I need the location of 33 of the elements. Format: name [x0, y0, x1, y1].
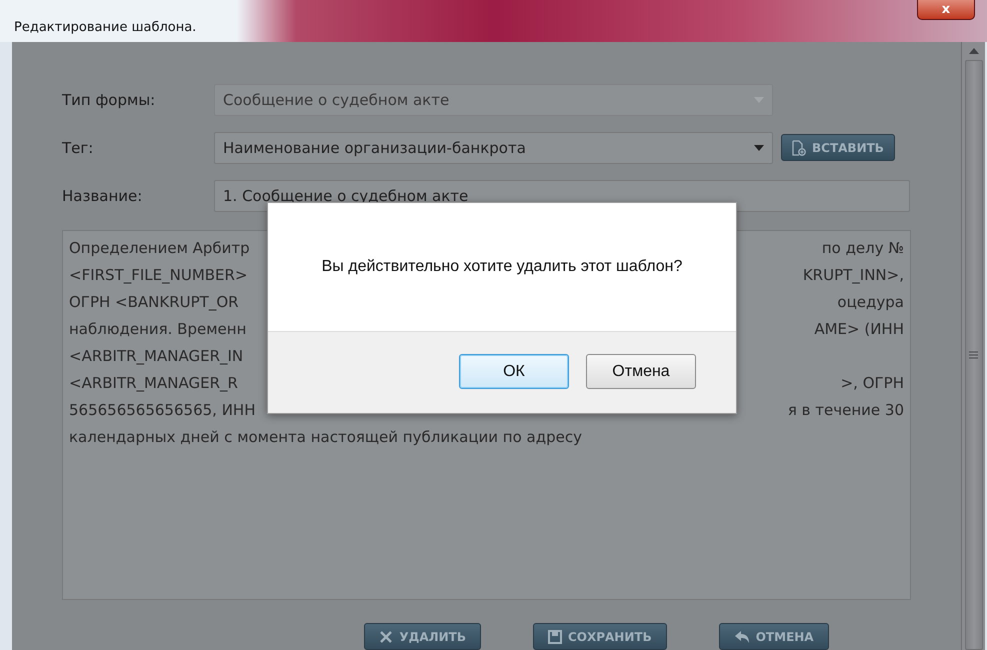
body-text: оцедура	[837, 292, 904, 313]
body-text: <FIRST_FILE_NUMBER>	[69, 264, 248, 286]
dialog-button[interactable]: Отмена	[586, 354, 696, 389]
close-icon	[379, 630, 394, 644]
delete-button[interactable]: УДАЛИТЬ	[364, 623, 481, 650]
scroll-up-icon[interactable]	[968, 48, 978, 54]
dialog-button[interactable]: ОК	[459, 354, 569, 389]
cancel-button[interactable]: ОТМЕНА	[718, 623, 829, 650]
save-button[interactable]: СОХРАНИТЬ	[532, 623, 667, 650]
body-text: я в течение 30	[788, 400, 904, 421]
body-text: KRUPT_INN>,	[802, 264, 904, 286]
body-text: 565656565656565, ИНН	[69, 400, 256, 421]
body-text: календарных дней с момента настоящей публикации по адресу	[69, 426, 582, 448]
body-text: <ARBITR_MANAGER_IN	[69, 346, 244, 367]
grip-icon	[969, 351, 978, 359]
body-text: Определением Арбитр	[69, 238, 250, 259]
field-label: Тип формы:	[62, 90, 156, 111]
field-label: Название:	[62, 186, 144, 207]
body-text: AME> (ИНН	[814, 318, 904, 340]
scrollbar[interactable]	[961, 42, 985, 650]
body-text: ОГРН <BANKRUPT_OR	[69, 292, 239, 313]
document-add-icon	[792, 140, 806, 156]
body-text: по делу №	[822, 238, 904, 259]
body-text: >, ОГРН	[840, 372, 904, 394]
close-button[interactable]: x	[917, 0, 975, 20]
dropdown[interactable]: Наименование организации-банкрота	[214, 132, 773, 164]
caret-icon	[754, 144, 764, 151]
body-text: наблюдения. Временн	[69, 318, 246, 340]
dialog-message: Вы действительно хотите удалить этот шаблон?	[322, 257, 682, 277]
insert-button[interactable]: ВСТАВИТЬ	[781, 134, 895, 162]
back-arrow-icon	[734, 630, 750, 644]
body-text: <ARBITR_MANAGER_R	[69, 372, 238, 394]
field-label: Тег:	[62, 138, 94, 159]
